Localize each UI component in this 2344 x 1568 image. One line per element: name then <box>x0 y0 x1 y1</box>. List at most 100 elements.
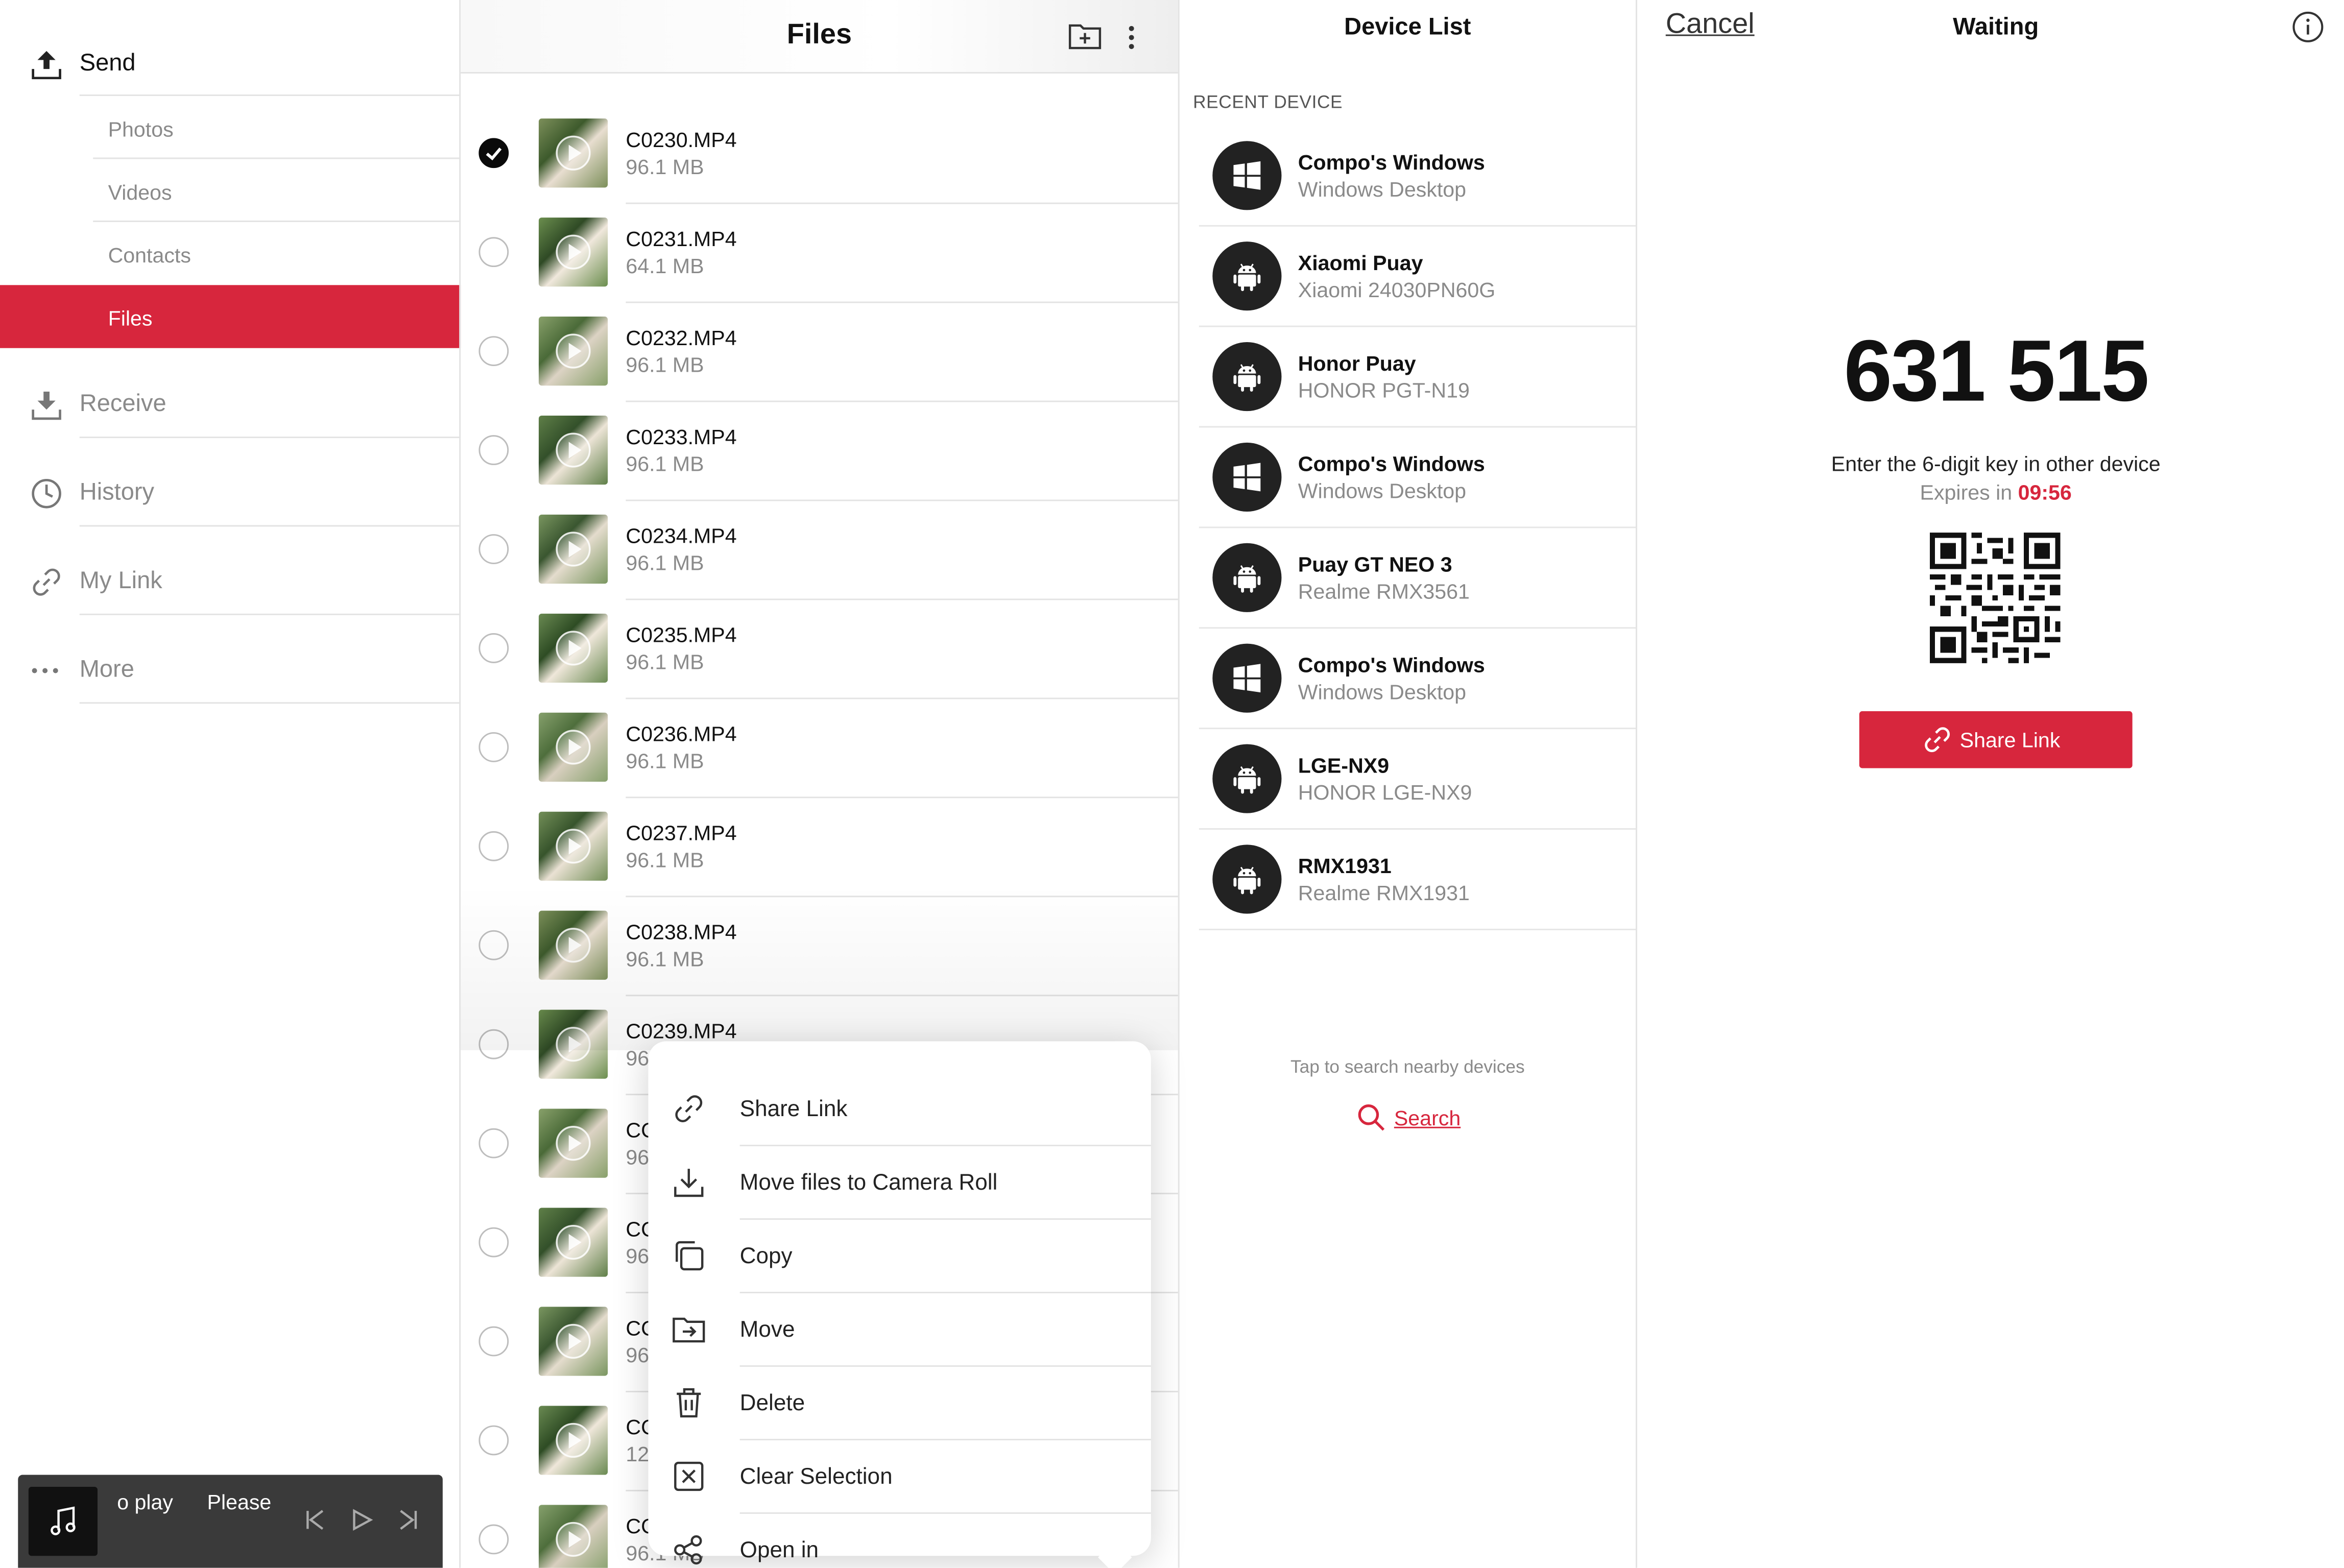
windows-icon <box>1212 442 1282 512</box>
previous-track-icon[interactable] <box>303 1508 327 1532</box>
play-overlay-icon <box>556 1323 591 1359</box>
clock-icon <box>30 477 63 510</box>
link-icon <box>30 566 63 599</box>
music-note-icon[interactable] <box>28 1487 98 1556</box>
sidebar-item-history[interactable]: History <box>30 474 461 513</box>
selection-radio[interactable] <box>479 732 509 762</box>
sidebar-item-receive[interactable]: Receive <box>30 385 461 424</box>
file-size: 96.1 MB <box>626 649 704 674</box>
menu-item-open-in[interactable]: Open in <box>648 1514 1151 1568</box>
play-overlay-icon <box>556 631 591 666</box>
android-logo-icon <box>1233 364 1261 392</box>
selection-radio[interactable] <box>479 237 509 268</box>
pairing-instruction: Enter the 6-digit key in other device <box>1831 451 2161 476</box>
sidebar-item-send[interactable]: Send <box>30 45 461 84</box>
selection-radio[interactable] <box>479 633 509 663</box>
sidebar-subitem-files[interactable]: Files <box>0 285 461 348</box>
mini-player[interactable]: o play Please <box>18 1475 443 1568</box>
windows-icon <box>1212 643 1282 713</box>
device-name: Xiaomi Puay <box>1298 250 1423 275</box>
file-name: C0236.MP4 <box>626 721 737 746</box>
recent-device-label: RECENT DEVICE <box>1193 91 1343 113</box>
file-row[interactable]: C0232.MP4 96.1 MB <box>461 303 1178 402</box>
device-name: Compo's Windows <box>1298 653 1485 677</box>
file-row[interactable]: C0235.MP4 96.1 MB <box>461 600 1178 699</box>
sidebar-subitem-photos[interactable]: Photos <box>108 117 174 141</box>
video-thumbnail <box>538 415 608 485</box>
file-size: 96.1 MB <box>626 848 704 872</box>
android-icon <box>1212 342 1282 412</box>
device-row[interactable]: Compo's Windows Windows Desktop <box>1199 629 1636 730</box>
menu-item-label: Move files to Camera Roll <box>739 1170 998 1196</box>
file-row[interactable]: C0230.MP4 96.1 MB <box>461 105 1178 204</box>
file-name: C0233.MP4 <box>626 424 737 449</box>
mini-player-title: o play <box>117 1489 173 1514</box>
more-vertical-icon[interactable] <box>1127 24 1136 51</box>
menu-item-delete[interactable]: Delete <box>648 1367 1151 1440</box>
video-thumbnail <box>538 1108 608 1178</box>
file-row[interactable]: C0237.MP4 96.1 MB <box>461 798 1178 898</box>
menu-item-share-link[interactable]: Share Link <box>648 1073 1151 1147</box>
device-model: Realme RMX1931 <box>1298 880 1470 905</box>
new-folder-icon[interactable] <box>1068 21 1102 51</box>
device-name: Compo's Windows <box>1298 150 1485 174</box>
sidebar-item-history-label: History <box>79 480 155 506</box>
device-list-title: Device List <box>1344 15 1471 41</box>
device-model: Realme RMX3561 <box>1298 579 1470 604</box>
search-button[interactable]: Search <box>1356 1103 1476 1136</box>
file-row[interactable]: C0233.MP4 96.1 MB <box>461 402 1178 501</box>
windows-logo-icon <box>1233 664 1261 693</box>
selection-radio[interactable] <box>479 138 509 168</box>
sidebar-subitem-videos[interactable]: Videos <box>108 180 172 204</box>
device-row[interactable]: Xiaomi Puay Xiaomi 24030PN60G <box>1199 227 1636 327</box>
selection-radio[interactable] <box>479 831 509 861</box>
play-overlay-icon <box>556 1126 591 1161</box>
expires-timer: 09:56 <box>2018 480 2072 504</box>
selection-radio[interactable] <box>479 1524 509 1555</box>
selection-radio[interactable] <box>479 534 509 564</box>
file-name: C0234.MP4 <box>626 523 737 548</box>
device-row[interactable]: Puay GT NEO 3 Realme RMX3561 <box>1199 528 1636 629</box>
sidebar-subitem-contacts[interactable]: Contacts <box>108 243 191 267</box>
selection-radio[interactable] <box>479 336 509 366</box>
video-thumbnail <box>538 712 608 782</box>
share-link-icon <box>1922 725 1952 755</box>
share-nodes-icon <box>672 1533 705 1566</box>
selection-radio[interactable] <box>479 1227 509 1258</box>
next-track-icon[interactable] <box>396 1508 420 1532</box>
menu-item-copy[interactable]: Copy <box>648 1220 1151 1293</box>
play-icon[interactable] <box>350 1508 374 1532</box>
device-row[interactable]: LGE-NX9 HONOR LGE-NX9 <box>1199 729 1636 830</box>
device-name: LGE-NX9 <box>1298 753 1390 778</box>
menu-item-label: Delete <box>739 1390 805 1416</box>
play-overlay-icon <box>556 135 591 171</box>
android-icon <box>1212 543 1282 612</box>
play-overlay-icon <box>556 532 591 567</box>
file-row[interactable]: C0234.MP4 96.1 MB <box>461 501 1178 600</box>
device-row[interactable]: Compo's Windows Windows Desktop <box>1199 126 1636 227</box>
device-row[interactable]: RMX1931 Realme RMX1931 <box>1199 830 1636 930</box>
sidebar-item-send-label: Send <box>79 51 136 77</box>
sidebar-item-mylink[interactable]: My Link <box>30 563 461 601</box>
selection-radio[interactable] <box>479 435 509 465</box>
menu-item-move-files-to-camera-roll[interactable]: Move files to Camera Roll <box>648 1146 1151 1220</box>
device-model: HONOR LGE-NX9 <box>1298 780 1472 805</box>
android-icon <box>1212 744 1282 813</box>
device-row[interactable]: Honor Puay HONOR PGT-N19 <box>1199 327 1636 428</box>
selection-radio[interactable] <box>479 1128 509 1159</box>
sidebar-item-more[interactable]: More <box>30 651 461 690</box>
info-icon[interactable] <box>2291 11 2325 44</box>
file-row[interactable]: C0231.MP4 64.1 MB <box>461 204 1178 303</box>
share-link-button[interactable]: Share Link <box>1859 711 2133 768</box>
menu-item-clear-selection[interactable]: Clear Selection <box>648 1440 1151 1514</box>
menu-item-move[interactable]: Move <box>648 1293 1151 1367</box>
selection-radio[interactable] <box>479 1425 509 1456</box>
download-icon <box>672 1166 705 1199</box>
selection-radio[interactable] <box>479 1326 509 1357</box>
android-icon <box>1212 845 1282 914</box>
file-row[interactable]: C0236.MP4 96.1 MB <box>461 699 1178 799</box>
file-size: 96.1 MB <box>626 451 704 476</box>
play-overlay-icon <box>556 234 591 270</box>
share-link-label: Share Link <box>1959 728 2061 752</box>
device-row[interactable]: Compo's Windows Windows Desktop <box>1199 427 1636 528</box>
